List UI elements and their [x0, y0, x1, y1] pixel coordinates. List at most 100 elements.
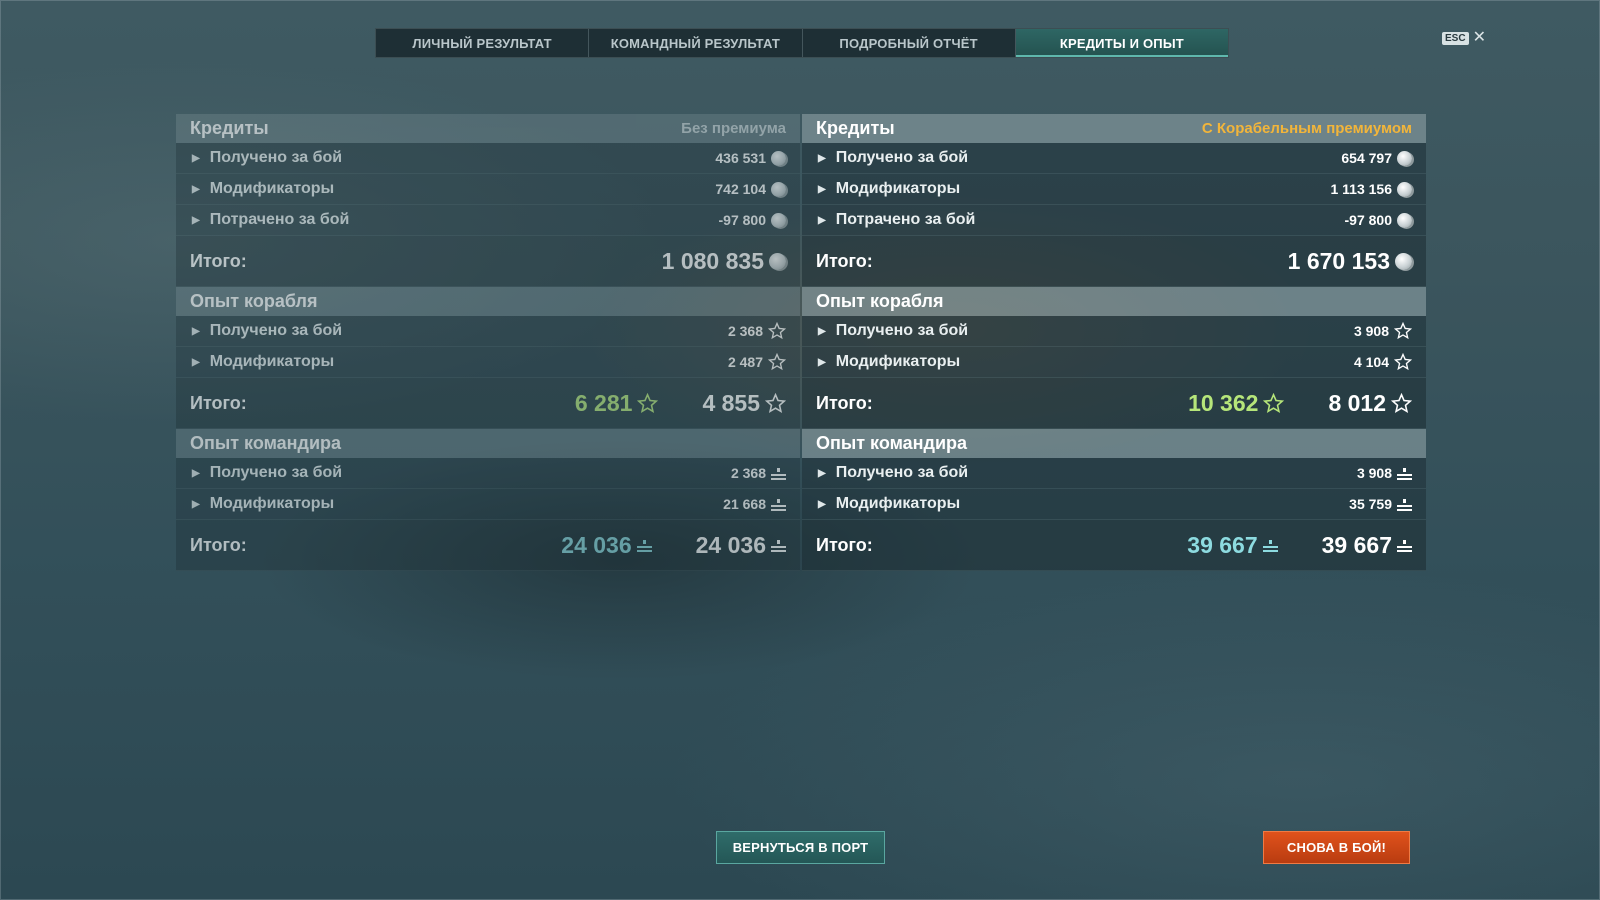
credits-row-modifiers[interactable]: ▶ Модификаторы 742 104	[176, 174, 800, 205]
close-button[interactable]: ESC ✕	[1442, 29, 1486, 46]
star-icon	[768, 322, 786, 340]
section-title: Кредиты	[190, 118, 269, 138]
caret-right-icon: ▶	[192, 214, 200, 226]
row-label: ▶ Получено за бой	[818, 464, 968, 482]
total-label: Итого:	[816, 250, 873, 271]
commander-xp-total-value: 39 667	[1322, 532, 1412, 559]
row-value-text: 2 368	[730, 465, 766, 481]
credits-row-spent[interactable]: ▶ Потрачено за бой -97 800	[176, 205, 800, 236]
row-label-text: Модификаторы	[209, 353, 335, 370]
commander-xp-row-earned[interactable]: ▶ Получено за бой 3 908	[802, 458, 1426, 489]
commander-xp-row-modifiers[interactable]: ▶ Модификаторы 21 668	[176, 489, 800, 520]
tab-detailed-report[interactable]: ПОДРОБНЫЙ ОТЧЁТ	[803, 29, 1016, 57]
commander-xp-header: Опыт командира	[802, 429, 1426, 458]
return-to-port-button[interactable]: ВЕРНУТЬСЯ В ПОРТ	[716, 831, 885, 864]
ship-xp-total: Итого: 10 362 8 012	[802, 378, 1426, 429]
tab-personal-result[interactable]: ЛИЧНЫЙ РЕЗУЛЬТАТ	[376, 29, 590, 57]
total-values: 39 667 39 667	[1187, 532, 1412, 559]
row-label: ▶ Получено за бой	[818, 149, 968, 167]
credits-row-earned[interactable]: ▶ Получено за бой 436 531	[176, 143, 800, 174]
total-value-text: 1 670 153	[1287, 247, 1390, 274]
free-xp-star-icon	[637, 392, 659, 413]
caret-right-icon: ▶	[192, 325, 200, 337]
battle-again-button[interactable]: СНОВА В БОЙ!	[1263, 831, 1410, 864]
credits-total: Итого: 1 080 835	[176, 236, 800, 287]
credits-icon	[771, 212, 786, 228]
row-label-text: Получено за бой	[209, 149, 343, 166]
total-values: 1 670 153	[1288, 248, 1412, 275]
tab-credits-and-xp[interactable]: КРЕДИТЫ И ОПЫТ	[1015, 29, 1228, 57]
row-value: 35 759	[1349, 496, 1412, 512]
row-value: 2 487	[728, 353, 786, 371]
credits-row-spent[interactable]: ▶ Потрачено за бой -97 800	[802, 205, 1426, 236]
ship-xp-row-modifiers[interactable]: ▶ Модификаторы 4 104	[802, 347, 1426, 378]
close-icon: ✕	[1472, 29, 1486, 46]
total-value-text: 10 362	[1188, 389, 1259, 416]
row-label-text: Модификаторы	[209, 495, 335, 512]
row-value-text: 1 113 156	[1330, 181, 1392, 197]
row-label-text: Модификаторы	[835, 495, 961, 512]
row-label: ▶ Модификаторы	[818, 495, 960, 513]
commander-xp-row-modifiers[interactable]: ▶ Модификаторы 35 759	[802, 489, 1426, 520]
ship-xp-total-value: 4 855	[702, 390, 786, 417]
ship-xp-row-modifiers[interactable]: ▶ Модификаторы 2 487	[176, 347, 800, 378]
credits-row-earned[interactable]: ▶ Получено за бой 654 797	[802, 143, 1426, 174]
commander-xp-total: Итого: 39 667 39 667	[802, 520, 1426, 571]
credits-row-modifiers[interactable]: ▶ Модификаторы 1 113 156	[802, 174, 1426, 205]
row-value: -97 800	[719, 212, 786, 228]
row-label: ▶ Модификаторы	[818, 353, 960, 371]
total-label: Итого:	[190, 392, 247, 413]
caret-right-icon: ▶	[192, 152, 200, 164]
row-value-text: 742 104	[715, 181, 766, 197]
star-icon	[768, 353, 786, 371]
credits-icon	[771, 150, 786, 166]
caret-right-icon: ▶	[818, 467, 826, 479]
credits-header: Кредиты Без премиума	[176, 114, 800, 143]
credits-icon	[1395, 252, 1412, 270]
row-label: ▶ Модификаторы	[192, 353, 334, 371]
commander-xp-icon	[1397, 467, 1412, 480]
row-label: ▶ Получено за бой	[192, 464, 342, 482]
tab-team-result[interactable]: КОМАНДНЫЙ РЕЗУЛЬТАТ	[589, 29, 803, 57]
no-premium-panel: Кредиты Без премиума ▶ Получено за бой 43…	[176, 114, 800, 571]
ship-xp-row-earned[interactable]: ▶ Получено за бой 3 908	[802, 316, 1426, 347]
premium-panel: Кредиты С Корабельным премиумом ▶ Получен…	[802, 114, 1426, 571]
row-value-text: 35 759	[1349, 496, 1392, 512]
row-label-text: Получено за бой	[835, 464, 969, 481]
caret-right-icon: ▶	[818, 325, 826, 337]
credits-icon	[1397, 181, 1412, 197]
total-label: Итого:	[190, 250, 247, 271]
row-label: ▶ Получено за бой	[192, 149, 342, 167]
total-label: Итого:	[190, 534, 247, 555]
commander-xp-total-value: 24 036	[696, 532, 786, 559]
row-label: ▶ Модификаторы	[192, 495, 334, 513]
row-label-text: Модификаторы	[209, 180, 335, 197]
row-value: 3 908	[1357, 465, 1412, 481]
total-value-text: 1 080 835	[661, 247, 764, 274]
total-value-text: 24 036	[695, 531, 766, 558]
total-value-text: 4 855	[702, 389, 760, 416]
row-value-text: 654 797	[1341, 150, 1392, 166]
commander-xp-icon	[771, 498, 786, 511]
row-value-text: 3 908	[1356, 465, 1392, 481]
row-label-text: Модификаторы	[835, 353, 961, 370]
ship-xp-total: Итого: 6 281 4 855	[176, 378, 800, 429]
ship-xp-row-earned[interactable]: ▶ Получено за бой 2 368	[176, 316, 800, 347]
ship-xp-header: Опыт корабля	[802, 287, 1426, 316]
elite-commander-xp-icon	[636, 539, 652, 552]
credits-icon	[1397, 150, 1412, 166]
elite-xp-total-value: 24 036	[561, 532, 652, 559]
total-value-text: 8 012	[1328, 389, 1386, 416]
caret-right-icon: ▶	[192, 183, 200, 195]
section-title: Опыт корабля	[816, 291, 944, 311]
credits-icon	[769, 252, 786, 270]
commander-xp-row-earned[interactable]: ▶ Получено за бой 2 368	[176, 458, 800, 489]
caret-right-icon: ▶	[818, 214, 826, 226]
caret-right-icon: ▶	[818, 498, 826, 510]
row-value-text: 21 668	[723, 496, 766, 512]
total-value-text: 39 667	[1321, 531, 1392, 558]
total-values: 10 362 8 012	[1188, 390, 1412, 417]
total-value-text: 39 667	[1187, 531, 1258, 558]
ship-xp-header: Опыт корабля	[176, 287, 800, 316]
row-value-text: 436 531	[715, 150, 766, 166]
